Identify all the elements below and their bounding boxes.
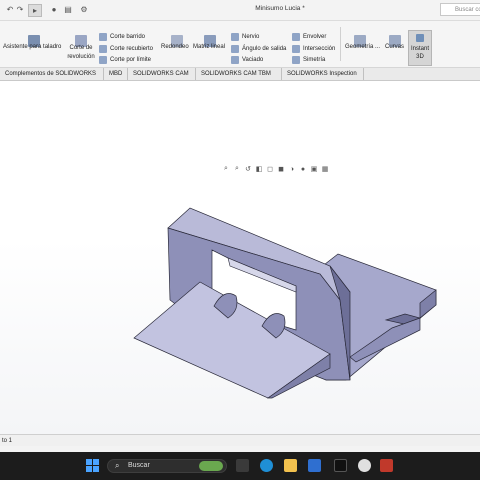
lofted-cut-button[interactable]: Corte recubierto	[110, 46, 153, 52]
view-settings-icon[interactable]: ▦	[321, 165, 329, 173]
taskbar-search-label: Buscar	[128, 462, 150, 469]
revolved-cut-button[interactable]: Corte de revolución	[64, 44, 98, 62]
search-icon: ⌕	[115, 461, 120, 470]
fillet-button[interactable]: Redondeo	[161, 44, 189, 50]
rib-button[interactable]: Nervio	[242, 34, 259, 40]
view-orientation-icon[interactable]: ◻	[266, 165, 274, 173]
ribbon-divider	[340, 27, 341, 61]
tab-solidworks-cam-tbm[interactable]: SOLIDWORKS CAM TBM	[196, 68, 282, 80]
boundary-cut-icon	[99, 56, 107, 64]
rib-icon	[231, 33, 239, 41]
hole-wizard-button[interactable]: Asistente para taladro	[3, 44, 61, 50]
wrap-button[interactable]: Envolver	[303, 34, 326, 40]
search-highlight-icon	[199, 461, 223, 471]
intersect-icon	[292, 45, 300, 53]
tab-mbd[interactable]: MBD	[104, 68, 128, 80]
instant3d-button[interactable]: Instant 3D	[408, 30, 432, 66]
display-style-icon[interactable]: ◼	[277, 165, 285, 173]
select-icon[interactable]: ▸	[28, 4, 42, 17]
part-model[interactable]	[0, 81, 480, 434]
start-icon[interactable]	[86, 459, 99, 472]
graphics-viewport[interactable]: ⌕ ⌕ ↺ ◧ ◻ ◼ ◑ ● ▣ ▦	[0, 81, 480, 434]
tab-solidworks-cam[interactable]: SOLIDWORKS CAM	[128, 68, 196, 80]
file-explorer-icon[interactable]	[284, 459, 297, 472]
previous-view-icon[interactable]: ↺	[244, 165, 252, 173]
draft-icon	[231, 45, 239, 53]
zoom-area-icon[interactable]: ⌕	[233, 165, 241, 173]
reference-geometry-button[interactable]: Geometría ...	[345, 44, 380, 50]
curves-button[interactable]: Curvas	[385, 44, 404, 50]
rebuild-icon[interactable]: ●	[50, 4, 58, 15]
mirror-button[interactable]: Simetría	[303, 57, 325, 63]
solidworks-icon[interactable]	[380, 459, 393, 472]
edge-icon[interactable]	[260, 459, 273, 472]
options-icon[interactable]: ⚙	[80, 4, 88, 15]
instant3d-icon	[416, 34, 424, 42]
window-title: Minisumo Lucia *	[255, 5, 305, 12]
zoom-to-fit-icon[interactable]: ⌕	[222, 165, 230, 173]
shell-button[interactable]: Vaciado	[242, 57, 263, 63]
instant3d-label: Instant 3D	[411, 46, 430, 60]
wrap-icon	[292, 33, 300, 41]
redo-icon[interactable]: ↷	[16, 4, 24, 15]
shell-icon	[231, 56, 239, 64]
swept-cut-icon	[99, 33, 107, 41]
terminal-icon[interactable]	[334, 459, 347, 472]
draft-button[interactable]: Ángulo de salida	[242, 46, 286, 52]
command-tabs: Complementos de SOLIDWORKS MBD SOLIDWORK…	[0, 68, 480, 81]
mirror-icon	[292, 56, 300, 64]
tab-complementos[interactable]: Complementos de SOLIDWORKS	[0, 68, 104, 80]
lofted-cut-icon	[99, 45, 107, 53]
taskbar-search-box[interactable]: ⌕ Buscar	[107, 459, 227, 473]
status-text: to 1	[2, 438, 13, 444]
boundary-cut-button[interactable]: Corte por límite	[110, 57, 151, 63]
file-properties-icon[interactable]: ▤	[64, 4, 72, 15]
task-view-icon[interactable]	[236, 459, 249, 472]
edit-appearance-icon[interactable]: ●	[299, 165, 307, 173]
heads-up-view-toolbar: ⌕ ⌕ ↺ ◧ ◻ ◼ ◑ ● ▣ ▦	[222, 165, 329, 173]
search-input[interactable]: Buscar co	[440, 3, 480, 16]
apply-scene-icon[interactable]: ▣	[310, 165, 318, 173]
hide-show-icon[interactable]: ◑	[288, 165, 296, 173]
swept-cut-button[interactable]: Corte barrido	[110, 34, 145, 40]
store-icon[interactable]	[308, 459, 321, 472]
undo-icon[interactable]: ↶	[6, 4, 14, 15]
app-icon[interactable]	[358, 459, 371, 472]
tab-solidworks-inspection[interactable]: SOLIDWORKS Inspection	[282, 68, 364, 80]
intersect-button[interactable]: Intersección	[303, 46, 335, 52]
command-manager-ribbon: Asistente para taladro Corte de revoluci…	[0, 21, 480, 68]
linear-pattern-button[interactable]: Matriz lineal	[193, 44, 225, 50]
title-bar: ↶ ↷ ▸ ● ▤ ⚙ Minisumo Lucia * ⌕ Buscar co	[0, 0, 480, 21]
section-view-icon[interactable]: ◧	[255, 165, 263, 173]
